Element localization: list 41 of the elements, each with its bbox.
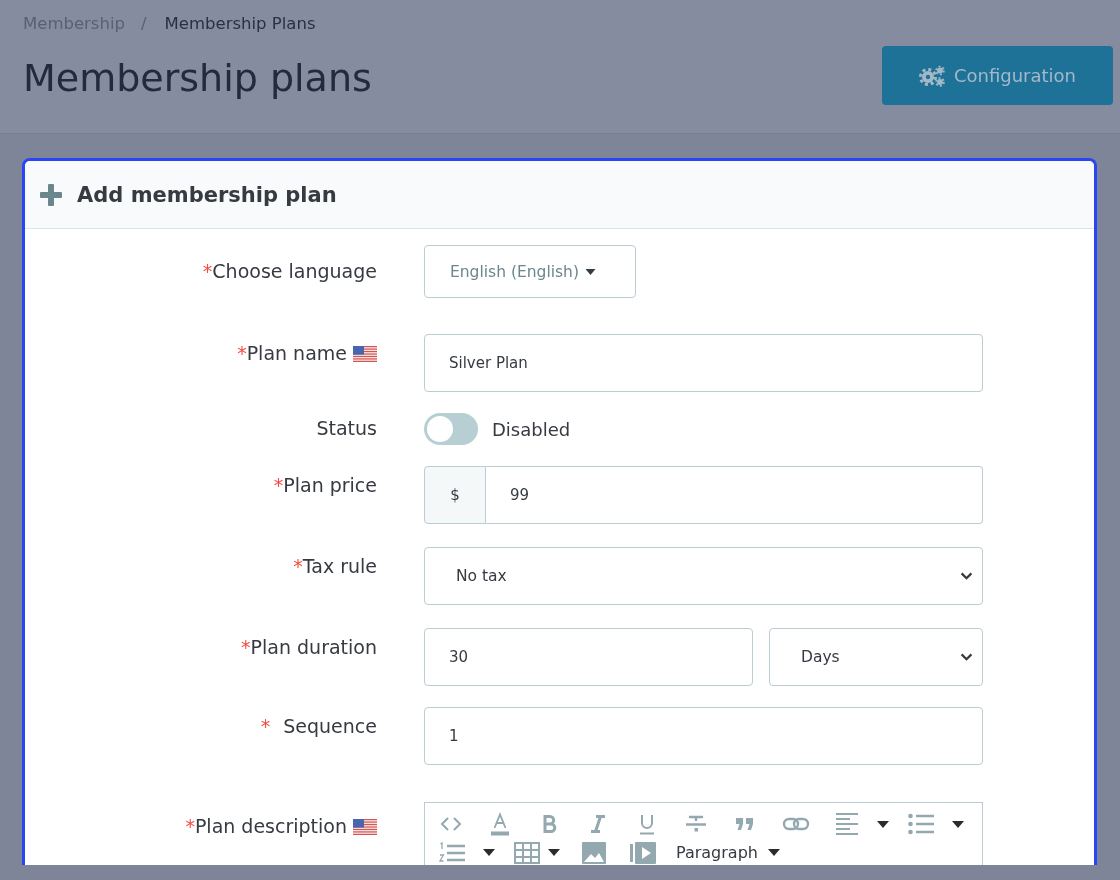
caret-icon[interactable] bbox=[548, 849, 560, 856]
number-input[interactable]: 1 bbox=[424, 707, 983, 765]
field-label: *Tax rule bbox=[293, 555, 377, 577]
price-input[interactable]: 99 bbox=[486, 466, 983, 524]
field-label: *Plan name bbox=[237, 342, 347, 364]
chevron-down-icon bbox=[960, 572, 973, 580]
field-label: Status bbox=[316, 417, 377, 439]
card-title: Add membership plan bbox=[77, 182, 337, 207]
rich-text-editor[interactable]: Paragraph bbox=[424, 802, 983, 865]
caret-icon[interactable] bbox=[952, 820, 964, 828]
font-color-icon[interactable] bbox=[488, 812, 512, 836]
caret-icon bbox=[767, 849, 780, 856]
format-dropdown[interactable]: Paragraph bbox=[676, 842, 780, 863]
currency-addon: $ bbox=[424, 466, 486, 524]
numbered-list-icon[interactable] bbox=[439, 841, 465, 864]
align-left-icon[interactable] bbox=[835, 812, 859, 836]
breadcrumb-separator: / bbox=[141, 13, 147, 35]
page-title: Membership plans bbox=[23, 55, 372, 101]
caret-icon[interactable] bbox=[483, 849, 495, 856]
field-label: *Plan price bbox=[273, 474, 377, 496]
field-label: *Choose language bbox=[202, 260, 377, 282]
gears-icon bbox=[918, 64, 945, 87]
breadcrumb-current: Membership Plans bbox=[164, 13, 316, 35]
table-icon[interactable] bbox=[514, 841, 540, 864]
caret-icon bbox=[584, 268, 596, 275]
caret-icon[interactable] bbox=[877, 820, 889, 828]
image-icon[interactable] bbox=[582, 841, 606, 864]
switch-state-label: Disabled bbox=[492, 418, 571, 441]
select-field[interactable]: Days bbox=[769, 628, 983, 686]
field-label: *Plan duration bbox=[241, 636, 377, 658]
language-dropdown[interactable]: English (English) bbox=[424, 245, 636, 298]
chevron-down-icon bbox=[960, 653, 973, 661]
select-field[interactable]: No tax bbox=[424, 547, 983, 605]
field-label: * Sequence bbox=[260, 715, 377, 737]
plus-icon bbox=[40, 183, 62, 206]
text-input[interactable]: Silver Plan bbox=[424, 334, 983, 392]
bullet-list-icon[interactable] bbox=[908, 812, 934, 836]
video-icon[interactable] bbox=[630, 841, 656, 864]
number-input[interactable]: 30 bbox=[424, 628, 753, 686]
field-label: *Plan description bbox=[185, 815, 347, 837]
toggle-switch[interactable] bbox=[424, 413, 478, 445]
